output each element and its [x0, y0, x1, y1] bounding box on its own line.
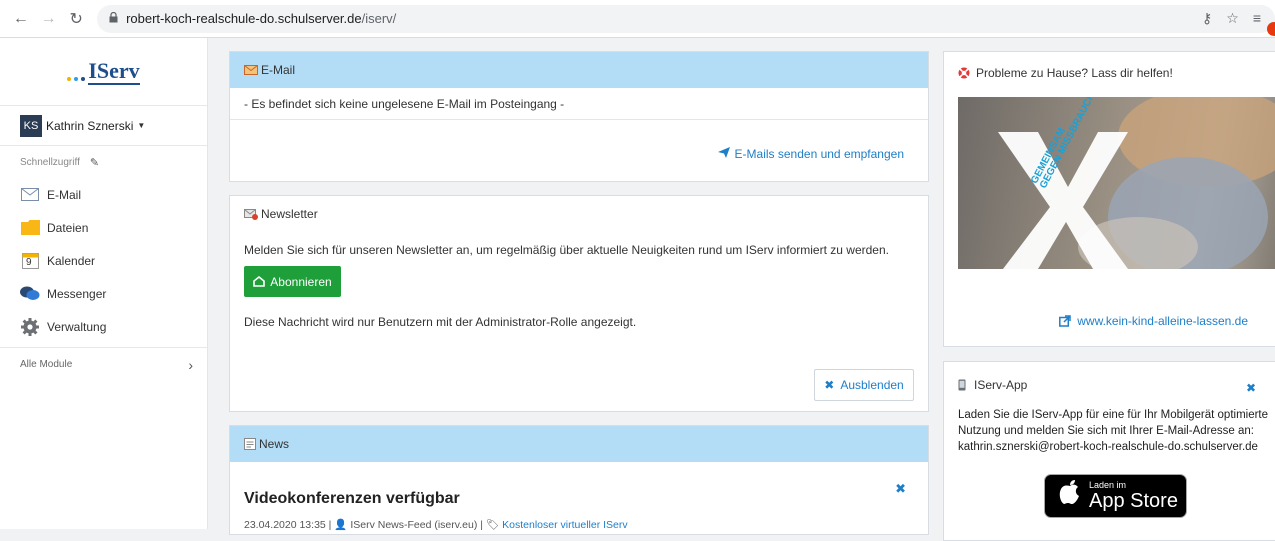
news-author: IServ News-Feed (iserv.eu) |: [350, 519, 483, 531]
profile-avatar[interactable]: [1267, 21, 1275, 36]
app-description: Laden Sie die IServ-App für eine für Ihr…: [958, 407, 1275, 455]
newsletter-widget-title: Newsletter: [261, 207, 318, 221]
newsletter-text: Melden Sie sich für unseren Newsletter a…: [244, 243, 889, 257]
email-widget: E-Mail - Es befindet sich keine ungelese…: [229, 51, 929, 182]
help-widget: Probleme zu Hause? Lass dir helfen! GEME…: [943, 51, 1275, 347]
apple-icon: [1059, 479, 1081, 513]
house-icon: [253, 276, 266, 287]
email-link-label: E-Mails senden und empfangen: [734, 147, 904, 161]
hide-label: Ausblenden: [840, 378, 904, 392]
external-link-icon: [1059, 315, 1071, 327]
iserv-logo[interactable]: IServ: [0, 38, 207, 106]
gear-icon: [20, 317, 40, 336]
pencil-icon[interactable]: ✎: [90, 156, 99, 169]
sidebar: IServ KS Kathrin Sznerski ▼ Schnellzugri…: [0, 38, 208, 529]
sidebar-item-label: Verwaltung: [47, 319, 107, 334]
paper-plane-icon: [717, 147, 730, 161]
envelope-icon: [244, 65, 258, 75]
email-send-receive-link[interactable]: E-Mails senden und empfangen: [717, 147, 904, 161]
news-widget: News Videokonferenzen verfügbar ✖ 23.04.…: [229, 425, 929, 535]
quick-access-label: Schnellzugriff: [20, 156, 80, 168]
lock-icon: [109, 11, 118, 26]
newsletter-widget-header: Newsletter: [230, 196, 928, 232]
app-text-line-3: kathrin.sznerski@robert-koch-realschule-…: [958, 441, 1258, 453]
reload-icon[interactable]: ↻: [65, 8, 87, 30]
app-store-badge[interactable]: Laden im App Store: [1044, 474, 1187, 518]
admin-note: Diese Nachricht wird nur Benutzern mit d…: [244, 315, 637, 329]
star-icon[interactable]: ☆: [1226, 10, 1239, 27]
app-widget-header: IServ-App: [958, 378, 1027, 392]
sidebar-item-messenger[interactable]: Messenger: [0, 277, 207, 310]
news-headline[interactable]: Videokonferenzen verfügbar: [244, 490, 460, 508]
close-icon[interactable]: ✖: [1246, 381, 1256, 395]
news-widget-header: News: [230, 426, 928, 462]
news-icon: [244, 438, 256, 450]
url-path: /iserv/: [361, 11, 397, 26]
app-widget: IServ-App ✖ Laden Sie die IServ-App für …: [943, 361, 1275, 541]
url-host: robert-koch-realschule-do.schulserver.de: [126, 11, 362, 26]
help-link-label: www.kein-kind-alleine-lassen.de: [1077, 314, 1248, 328]
news-tag-link[interactable]: Kostenloser virtueller IServ: [502, 519, 627, 531]
reading-list-icon[interactable]: ≡: [1253, 10, 1261, 27]
chevron-right-icon: ›: [188, 356, 193, 373]
sidebar-item-files[interactable]: Dateien: [0, 211, 207, 244]
user-icon: 👤: [334, 519, 348, 531]
folder-icon: [20, 219, 40, 237]
close-icon: ✖: [824, 378, 835, 392]
app-store-small-text: Laden im: [1089, 480, 1127, 490]
logo-text: IServ: [88, 57, 140, 85]
lifebuoy-icon: [958, 67, 970, 79]
app-widget-title: IServ-App: [974, 378, 1028, 392]
subscribe-button[interactable]: Abonnieren: [244, 266, 341, 297]
key-icon[interactable]: ⚷: [1202, 10, 1212, 27]
quick-access-header: Schnellzugriff ✎: [0, 146, 207, 178]
caret-down-icon: ▼: [137, 121, 146, 130]
sidebar-item-calendar[interactable]: 9 Kalender: [0, 244, 207, 277]
chat-icon: [20, 285, 40, 303]
news-widget-title: News: [259, 437, 290, 451]
newsletter-widget: Newsletter Melden Sie sich für unseren N…: [229, 195, 929, 412]
help-widget-header: Probleme zu Hause? Lass dir helfen!: [958, 66, 1173, 80]
sidebar-item-administration[interactable]: Verwaltung: [0, 310, 207, 343]
envelope-icon: [20, 186, 40, 204]
sidebar-item-label: E-Mail: [47, 187, 82, 202]
calendar-icon: 9: [20, 252, 40, 270]
all-modules-label: Alle Module: [20, 359, 73, 370]
sidebar-item-label: Dateien: [47, 220, 89, 235]
campaign-image[interactable]: GEMEINSAM GEGEN MISSBRAUCH: [958, 97, 1275, 269]
close-icon[interactable]: ✖: [895, 481, 906, 497]
all-modules-toggle[interactable]: Alle Module ›: [0, 347, 207, 381]
app-text-line-1: Laden Sie die IServ-App für eine für Ihr…: [958, 409, 1269, 421]
help-widget-title: Probleme zu Hause? Lass dir helfen!: [976, 66, 1173, 80]
browser-toolbar: ← → ↻ robert-koch-realschule-do.schulser…: [0, 0, 1275, 38]
email-widget-header: E-Mail: [230, 52, 928, 88]
news-date: 23.04.2020 13:35 |: [244, 519, 332, 531]
user-avatar: KS: [20, 114, 42, 137]
email-widget-title: E-Mail: [261, 63, 296, 77]
news-meta: 23.04.2020 13:35 | 👤 IServ News-Feed (is…: [244, 518, 628, 531]
user-name: Kathrin Sznerski: [46, 118, 134, 133]
newsletter-icon: [244, 208, 258, 220]
sidebar-item-label: Kalender: [47, 253, 96, 268]
app-store-big-text: App Store: [1089, 490, 1178, 512]
back-arrow-icon[interactable]: ←: [10, 8, 32, 30]
email-status: - Es befindet sich keine ungelesene E-Ma…: [230, 88, 928, 120]
sidebar-item-label: Messenger: [47, 286, 107, 301]
hide-button[interactable]: ✖ Ausblenden: [814, 369, 914, 401]
subscribe-label: Abonnieren: [270, 274, 332, 289]
logo-dots-icon: [67, 76, 86, 81]
sidebar-item-email[interactable]: E-Mail: [0, 178, 207, 211]
forward-arrow-icon[interactable]: →: [38, 8, 60, 30]
tag-icon: 🏷: [485, 519, 500, 531]
user-menu[interactable]: KS Kathrin Sznerski ▼: [0, 106, 207, 146]
help-website-link[interactable]: www.kein-kind-alleine-lassen.de: [1059, 314, 1248, 328]
address-bar[interactable]: robert-koch-realschule-do.schulserver.de…: [97, 4, 1275, 36]
calendar-day: 9: [26, 256, 32, 268]
mobile-phone-icon: [958, 379, 966, 391]
app-text-line-2: Nutzung und melden Sie sich mit Ihrer E-…: [958, 425, 1254, 437]
